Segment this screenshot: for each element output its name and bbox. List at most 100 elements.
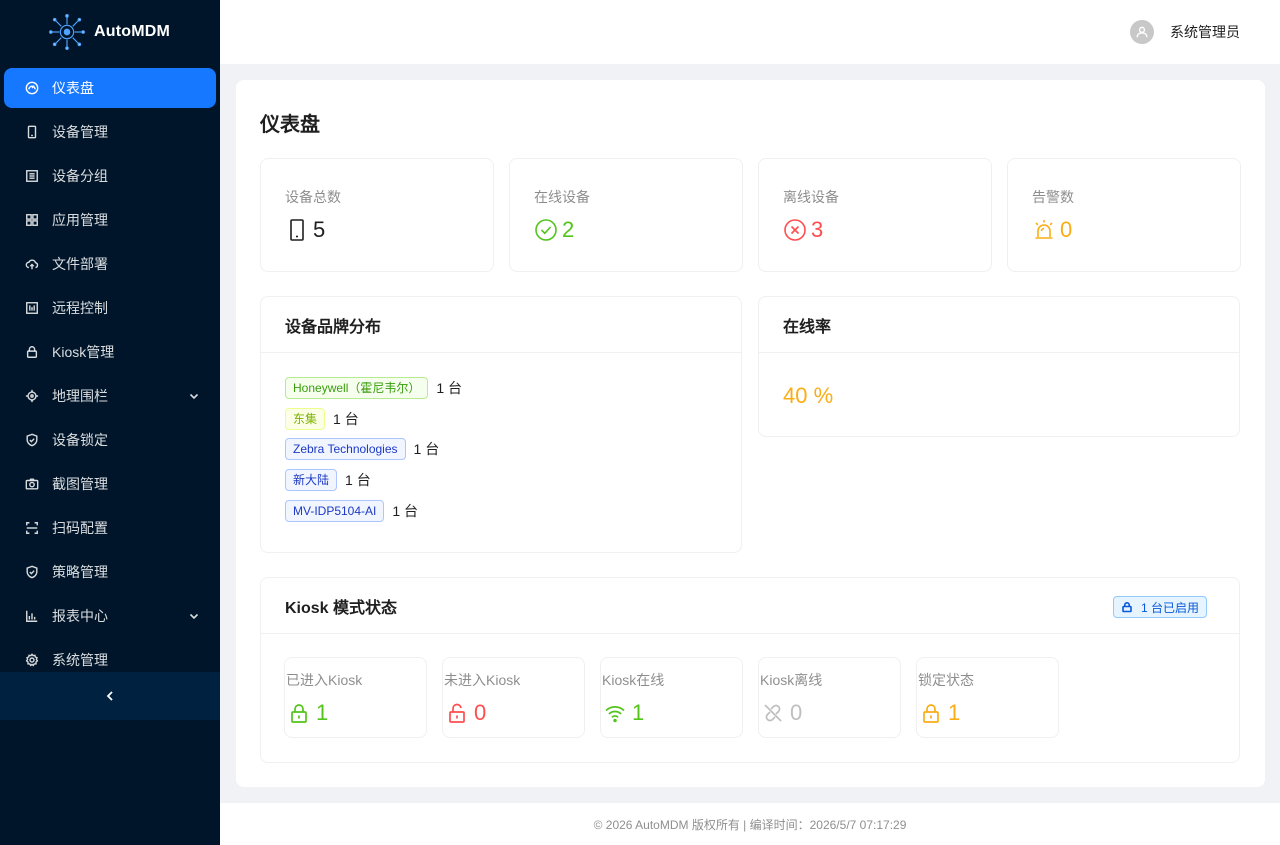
brand-count: 1 台 — [413, 441, 440, 457]
stat-label: 离线设备 — [783, 189, 839, 205]
kiosk-card-value-row: 1 — [920, 700, 960, 726]
unlock-icon — [446, 702, 468, 724]
kiosk-card-value: 1 — [316, 700, 329, 725]
sidebar-item-kiosk[interactable]: Kiosk管理 — [4, 332, 216, 372]
user-icon — [1135, 25, 1149, 39]
disconnect-icon — [762, 702, 784, 724]
scan-icon — [24, 520, 40, 536]
lock-icon — [1121, 601, 1141, 613]
mobile-icon — [285, 218, 309, 242]
sidebar-item-label: 策略管理 — [52, 564, 108, 580]
brand-tag: Honeywell（霍尼韦尔） — [285, 377, 429, 399]
kiosk-card-offline: Kiosk离线 0 — [758, 657, 901, 738]
stat-label: 设备总数 — [285, 189, 341, 205]
remote-control-icon — [24, 300, 40, 316]
sidebar-item-geofence[interactable]: 地理围栏 — [4, 376, 216, 416]
list-item: MV-IDP5104-AI 1 台 — [285, 500, 418, 522]
sidebar: AutoMDM 仪表盘 设备管理 设备分组 应用管理 文件部署 远程控制 Kio… — [0, 0, 220, 845]
network-globe-logo-icon — [48, 13, 86, 51]
kiosk-card-label: Kiosk离线 — [760, 672, 823, 688]
sidebar-item-groups[interactable]: 设备分组 — [4, 156, 216, 196]
lock-icon — [288, 702, 310, 724]
chevron-down-icon — [188, 609, 200, 621]
user-menu[interactable]: 系统管理员 — [1130, 20, 1240, 44]
stat-value: 5 — [313, 217, 326, 242]
sidebar-item-label: 报表中心 — [52, 608, 108, 624]
sidebar-item-screenshots[interactable]: 截图管理 — [4, 464, 216, 504]
close-circle-icon — [783, 218, 807, 242]
sidebar-item-label: 扫码配置 — [52, 520, 108, 536]
sidebar-item-device-lock[interactable]: 设备锁定 — [4, 420, 216, 460]
panel-title: Kiosk 模式状态 — [261, 578, 1239, 634]
stat-label: 在线设备 — [534, 189, 590, 205]
logo[interactable]: AutoMDM — [0, 0, 220, 64]
stat-value: 3 — [811, 217, 824, 242]
kiosk-card-value: 0 — [474, 700, 487, 725]
sidebar-item-label: 设备管理 — [52, 124, 108, 140]
cloud-upload-icon — [24, 256, 40, 272]
kiosk-card-online: Kiosk在线 1 — [600, 657, 743, 738]
apps-icon — [24, 212, 40, 228]
brand-count: 1 台 — [392, 503, 419, 519]
footer-text: © 2026 AutoMDM 版权所有 | 编译时间：2026/5/7 07:1… — [593, 817, 907, 832]
stat-card-offline-devices: 离线设备 3 — [758, 158, 992, 272]
sidebar-item-devices[interactable]: 设备管理 — [4, 112, 216, 152]
kiosk-card-label: 未进入Kiosk — [444, 672, 521, 688]
sidebar-item-label: 仪表盘 — [52, 80, 94, 96]
sidebar-item-file-deploy[interactable]: 文件部署 — [4, 244, 216, 284]
lock-icon — [920, 702, 942, 724]
kiosk-card-label: 锁定状态 — [918, 672, 974, 688]
list-item: 新大陆 1 台 — [285, 469, 371, 491]
kiosk-card-not-entered: 未进入Kiosk 0 — [442, 657, 585, 738]
chevron-down-icon — [188, 389, 200, 401]
sidebar-item-remote-control[interactable]: 远程控制 — [4, 288, 216, 328]
panel-title: 在线率 — [759, 297, 1239, 353]
kiosk-card-value: 0 — [790, 700, 803, 725]
brand-count: 1 台 — [345, 472, 371, 488]
kiosk-enabled-badge: 1 台已启用 — [1112, 596, 1207, 618]
alert-icon — [1032, 218, 1056, 242]
kiosk-card-label: Kiosk在线 — [602, 672, 665, 688]
left-arrow-icon — [104, 690, 116, 702]
wifi-icon — [604, 702, 626, 724]
main-content: 仪表盘 设备总数 5 在线设备 2 离线设备 3 告警数 0 设备品牌分布 Ho… — [236, 80, 1265, 787]
user-avatar — [1130, 20, 1154, 44]
sidebar-item-apps[interactable]: 应用管理 — [4, 200, 216, 240]
sidebar-item-label: 应用管理 — [52, 212, 108, 228]
list-item: 东集 1 台 — [285, 408, 359, 430]
stat-card-alerts: 告警数 0 — [1007, 158, 1241, 272]
stat-value-row: 5 — [285, 217, 325, 243]
kiosk-card-label: 已进入Kiosk — [286, 672, 363, 688]
badge-text: 1 台已启用 — [1140, 600, 1199, 615]
stat-value-row: 0 — [1032, 217, 1072, 243]
stat-card-online-devices: 在线设备 2 — [509, 158, 743, 272]
list-item: Zebra Technologies 1 台 — [285, 438, 439, 460]
sidebar-item-label: 文件部署 — [52, 256, 108, 272]
brand-tag: MV-IDP5104-AI — [285, 500, 385, 522]
kiosk-card-value-row: 1 — [288, 700, 328, 726]
policy-icon — [24, 564, 40, 580]
stat-value-row: 3 — [783, 217, 823, 243]
kiosk-status-panel: Kiosk 模式状态 1 台已启用 已进入Kiosk 1 未进入Kiosk 0 … — [260, 577, 1240, 763]
stat-value: 0 — [1060, 217, 1073, 242]
sidebar-item-label: 设备锁定 — [52, 432, 108, 448]
brand-tag: Zebra Technologies — [285, 438, 406, 460]
stat-value: 2 — [562, 217, 575, 242]
kiosk-card-value: 1 — [632, 700, 645, 725]
brand-count: 1 台 — [333, 411, 359, 427]
sidebar-item-label: 地理围栏 — [52, 388, 108, 404]
sidebar-item-label: 设备分组 — [52, 168, 108, 184]
sidebar-item-policy[interactable]: 策略管理 — [4, 552, 216, 592]
camera-icon — [24, 476, 40, 492]
brand-count: 1 台 — [436, 380, 463, 396]
username: 系统管理员 — [1170, 24, 1240, 40]
sidebar-collapse-button[interactable] — [0, 672, 220, 720]
sidebar-item-reports[interactable]: 报表中心 — [4, 596, 216, 636]
sidebar-item-dashboard[interactable]: 仪表盘 — [4, 68, 216, 108]
safety-icon — [24, 432, 40, 448]
list-item: Honeywell（霍尼韦尔） 1 台 — [285, 377, 462, 399]
sidebar-item-label: 远程控制 — [52, 300, 108, 316]
sidebar-item-scan-config[interactable]: 扫码配置 — [4, 508, 216, 548]
page-title: 仪表盘 — [260, 114, 320, 136]
setting-icon — [24, 652, 40, 668]
